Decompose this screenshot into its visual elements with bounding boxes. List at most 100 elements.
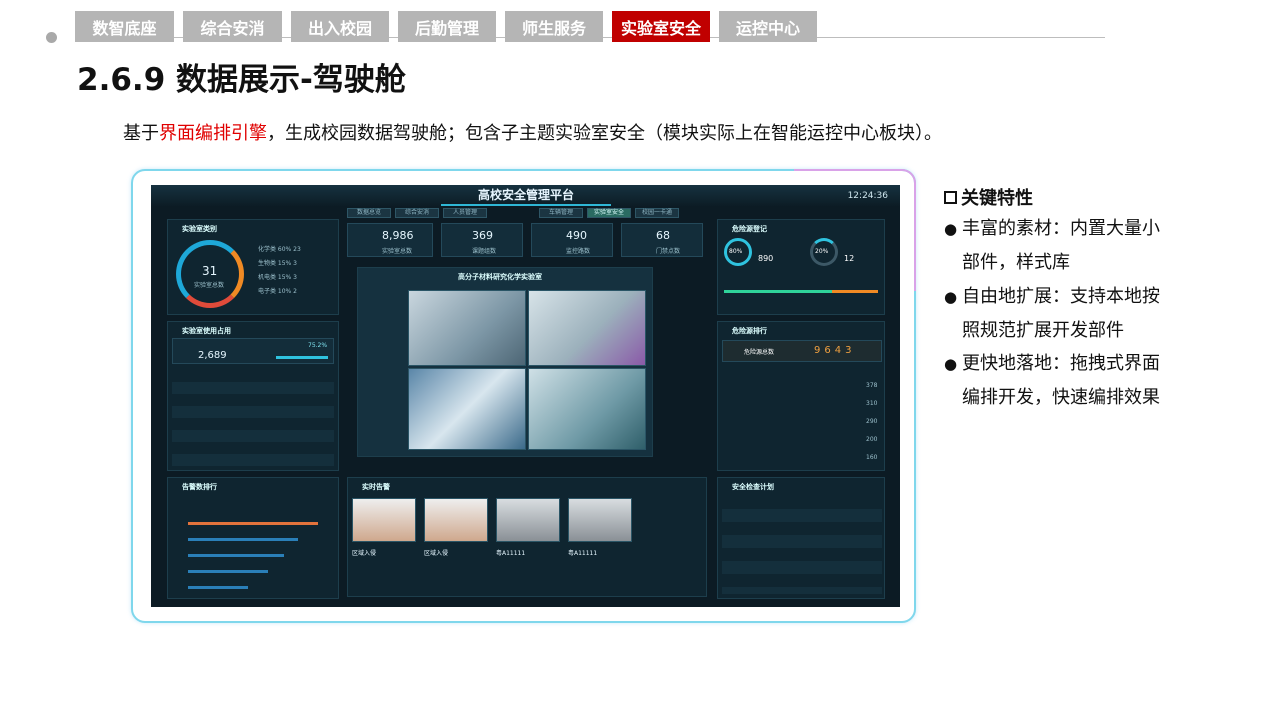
alarm-snapshot [424, 498, 488, 542]
legend-item: 机电类 15% 3 [258, 274, 297, 281]
dashboard-screenshot: 高校安全管理平台 12:24:36 数据总览 综合安消 人员管理 车辆管理 实验… [151, 185, 900, 607]
desc-highlight: 界面编排引擎 [159, 123, 267, 144]
feature-line: 部件，样式库 [962, 252, 1070, 273]
dashboard-time: 12:24:36 [847, 191, 888, 201]
dash-nav-item: 人员管理 [443, 208, 487, 218]
bullet-icon: ● [944, 220, 958, 238]
panel-title: 危险源排行 [732, 327, 767, 335]
feature-item: ● 自由地扩展：支持本地按 照规范扩展开发部件 [944, 280, 1184, 348]
usage-bar [276, 356, 328, 359]
rank-bar [188, 554, 284, 557]
live-alarm-panel: 实时告警 区域入侵 区域入侵 粤A11111 粤A11111 [347, 477, 707, 597]
page-title: 2.6.9 数据展示-驾驶舱 [77, 62, 406, 98]
feature-line: 编排开发，快速编排效果 [962, 387, 1160, 408]
count-value: 890 [758, 254, 774, 263]
dashboard-title: 高校安全管理平台 [441, 186, 611, 206]
alarm-name: 区域入侵 [424, 550, 449, 557]
rank-value: 160 [866, 454, 878, 461]
lab-class-panel: 实验室类别 31 实验室总数 化学类 60% 23 生物类 15% 3 机电类 … [167, 219, 339, 315]
checkbox-icon [944, 190, 957, 204]
features-heading: 关键特性 [944, 184, 1033, 210]
page-description: 基于界面编排引擎，生成校园数据驾驶舱；包含子主题实验室安全（模块实际上在智能运控… [123, 119, 942, 145]
dash-nav-item: 校园一卡通 [635, 208, 679, 218]
feature-item: ● 丰富的素材：内置大量小 部件，样式库 [944, 212, 1184, 280]
inspection-panel: 危险源登记 80% 890 20% 12 [717, 219, 885, 315]
stat-label: 实验室总数 [382, 248, 413, 255]
rank-bar [188, 570, 268, 573]
legend-item: 化学类 60% 23 [258, 246, 301, 253]
dash-nav-item: 综合安消 [395, 208, 439, 218]
features-heading-text: 关键特性 [961, 188, 1033, 209]
tab-logistics[interactable]: 后勤管理 [398, 11, 496, 42]
slide: 数智底座 综合安消 出入校园 后勤管理 师生服务 实验室安全 运控中心 2.6.… [0, 0, 1280, 720]
stat-value: 369 [472, 229, 493, 242]
feature-line: 自由地扩展：支持本地按 [962, 286, 1160, 307]
rank-value: 378 [866, 382, 878, 389]
alarm-snapshot [352, 498, 416, 542]
tab-campus-access[interactable]: 出入校园 [291, 11, 389, 42]
section-tabs: 数智底座 综合安消 出入校园 后勤管理 师生服务 实验室安全 运控中心 [75, 11, 817, 42]
panel-title: 危险源登记 [732, 225, 767, 233]
legend-item: 生物类 15% 3 [258, 260, 297, 267]
usage-table [172, 370, 334, 466]
risk-rank-panel: 危险源排行 危险源总数 9643 378 310 290 200 160 [717, 321, 885, 471]
tab-lab-safety[interactable]: 实验室安全 [612, 11, 710, 42]
panel-title: 实验室使用占用 [182, 327, 231, 335]
dash-nav-item: 实验室安全 [587, 208, 631, 218]
legend-item: 电子类 10% 2 [258, 288, 297, 295]
progress-bar [832, 290, 878, 293]
tab-ops-center[interactable]: 运控中心 [719, 11, 817, 42]
usage-value: 2,689 [198, 350, 227, 361]
total-label: 实验室总数 [194, 282, 225, 289]
panel-title: 安全检查计划 [732, 483, 774, 491]
tab-security[interactable]: 综合安消 [183, 11, 282, 42]
count-value: 12 [844, 254, 855, 263]
stat-card: 8,986 实验室总数 [347, 223, 433, 257]
camera-feed [408, 368, 526, 450]
stat-value: 68 [656, 229, 670, 242]
rank-value: 310 [866, 400, 878, 407]
rank-bar [188, 522, 318, 525]
feature-line: 丰富的素材：内置大量小 [962, 218, 1160, 239]
stat-value: 8,986 [382, 229, 414, 242]
stat-label: 课题组数 [472, 248, 497, 255]
tab-data-base[interactable]: 数智底座 [75, 11, 174, 42]
bullet-dot [46, 32, 57, 43]
stat-label: 门禁点数 [656, 248, 681, 255]
alarm-snapshot [496, 498, 560, 542]
feature-line: 更快地落地：拖拽式界面 [962, 353, 1160, 374]
bullet-icon: ● [944, 288, 958, 306]
stat-value: 490 [566, 229, 587, 242]
rank-value: 200 [866, 436, 878, 443]
desc-prefix: 基于 [123, 123, 159, 144]
desc-suffix: ，生成校园数据驾驶舱；包含子主题实验室安全（模块实际上在智能运控中心板块）。 [267, 123, 942, 144]
hazard-label: 危险源总数 [744, 349, 775, 356]
lab-usage-panel: 实验室使用占用 2,689 75.2% [167, 321, 339, 471]
camera-wall: 高分子材料研究化学实验室 [357, 267, 653, 457]
camera-feed [408, 290, 526, 366]
alarm-rank-panel: 告警数排行 [167, 477, 339, 599]
panel-title: 实验室类别 [182, 225, 217, 233]
feature-item: ● 更快地落地：拖拽式界面 编排开发，快速编排效果 [944, 347, 1184, 415]
pct-value: 80% [729, 248, 743, 255]
dash-nav-item: 车辆管理 [539, 208, 583, 218]
alarm-name: 粤A11111 [568, 550, 598, 557]
camera-feed [528, 290, 646, 366]
alarm-name: 粤A11111 [496, 550, 526, 557]
stat-card: 490 监控路数 [531, 223, 613, 257]
progress-bar [724, 290, 832, 293]
alarm-snapshot [568, 498, 632, 542]
stat-card: 369 课题组数 [441, 223, 523, 257]
rank-bar [188, 586, 248, 589]
pct-value: 20% [815, 248, 829, 255]
rank-bar [188, 538, 298, 541]
hazard-value: 9643 [814, 345, 856, 356]
rank-value: 290 [866, 418, 878, 425]
tab-services[interactable]: 师生服务 [505, 11, 603, 42]
panel-title: 告警数排行 [182, 483, 217, 491]
feature-line: 照规范扩展开发部件 [962, 320, 1124, 341]
plan-table [722, 496, 882, 594]
panel-title: 高分子材料研究化学实验室 [458, 273, 542, 281]
bullet-icon: ● [944, 355, 958, 373]
alarm-name: 区域入侵 [352, 550, 377, 557]
